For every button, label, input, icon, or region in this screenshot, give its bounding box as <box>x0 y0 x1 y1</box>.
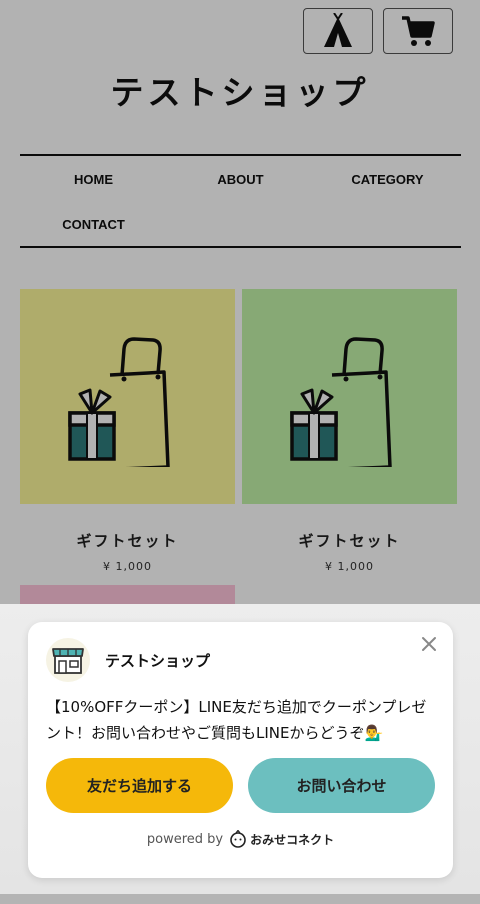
brand-name: おみせコネクト <box>250 832 335 847</box>
close-button[interactable] <box>419 634 439 654</box>
popup-shop-row: テストショップ <box>46 638 210 682</box>
popup-shop-name: テストショップ <box>105 651 211 670</box>
shop-page: テストショップ HOME ABOUT CATEGORY CONTACT ギフトセ… <box>0 0 480 904</box>
brand-mascot-icon <box>230 830 246 848</box>
popup-message: 【10%OFFクーポン】LINE友だち追加でクーポンプレゼント！お問い合わせやご… <box>46 698 427 742</box>
shop-avatar <box>46 638 90 682</box>
line-popup-card: テストショップ 【10%OFFクーポン】LINE友だち追加でクーポンプレゼント！… <box>28 622 453 878</box>
add-friend-button[interactable]: 友だち追加する <box>46 758 233 813</box>
storefront-icon <box>52 648 84 674</box>
close-icon <box>422 637 436 651</box>
contact-button[interactable]: お問い合わせ <box>248 758 435 813</box>
brand-logo: おみせコネクト <box>229 830 334 848</box>
powered-by: powered by おみせコネクト <box>28 830 453 848</box>
powered-by-label: powered by <box>146 831 224 847</box>
bottom-bar <box>0 894 480 904</box>
